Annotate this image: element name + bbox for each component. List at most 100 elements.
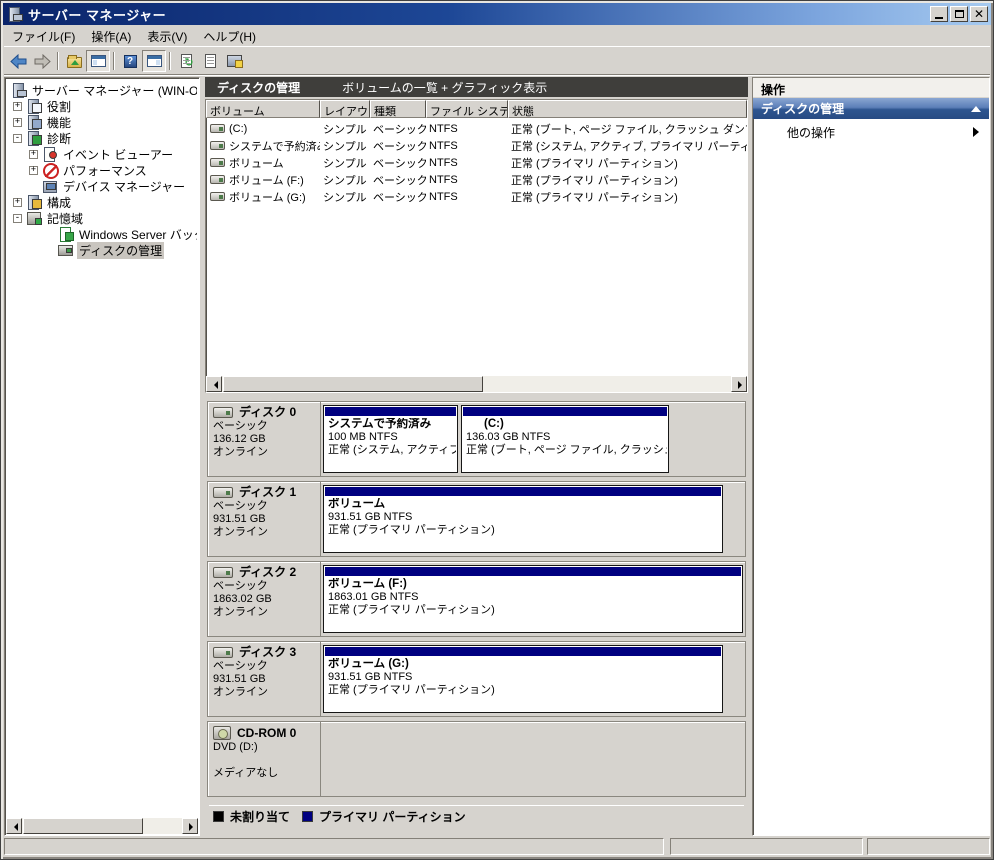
- refresh-icon: ↻: [181, 54, 192, 68]
- up-one-level-button[interactable]: [62, 50, 86, 72]
- expander-icon[interactable]: +: [29, 166, 38, 175]
- new-console-button[interactable]: [222, 50, 246, 72]
- tree-item-device-manager[interactable]: デバイス マネージャー: [7, 178, 197, 194]
- event-viewer-icon: [42, 147, 58, 161]
- expander-icon[interactable]: +: [13, 198, 22, 207]
- primary-partition-bar: [325, 487, 721, 496]
- back-icon: [10, 54, 27, 69]
- menu-view[interactable]: 表示(V): [139, 26, 195, 47]
- expander-icon[interactable]: +: [13, 118, 22, 127]
- menu-action[interactable]: 操作(A): [83, 26, 139, 47]
- volume-row-system-reserved[interactable]: システムで予約済み シンプル ベーシック NTFS 正常 (システム, アクティ…: [206, 137, 747, 154]
- roles-icon: [26, 99, 42, 113]
- column-status[interactable]: 状態: [508, 100, 747, 118]
- minimize-button[interactable]: [930, 6, 948, 22]
- cdrom-area: [321, 722, 745, 796]
- scrollbar-thumb[interactable]: [223, 376, 483, 392]
- back-button[interactable]: [6, 50, 30, 72]
- disk-2-label[interactable]: ディスク 2 ベーシック 1863.02 GB オンライン: [208, 562, 321, 636]
- help-button[interactable]: ?: [118, 50, 142, 72]
- expander-icon[interactable]: -: [13, 134, 22, 143]
- partition-g[interactable]: ボリューム (G:) 931.51 GB NTFS 正常 (プライマリ パーティ…: [323, 645, 723, 713]
- disk-0-label[interactable]: ディスク 0 ベーシック 136.12 GB オンライン: [208, 402, 321, 476]
- minimize-icon: [935, 17, 943, 19]
- column-layout[interactable]: レイアウト: [320, 100, 370, 118]
- console-icon: [227, 55, 242, 67]
- menu-file[interactable]: ファイル(F): [4, 26, 83, 47]
- show-action-pane-button[interactable]: [142, 50, 166, 72]
- titlebar: サーバー マネージャー ✕: [3, 3, 991, 25]
- tree-item-performance[interactable]: + パフォーマンス: [7, 162, 197, 178]
- view-header: ディスクの管理 ボリュームの一覧 + グラフィック表示: [205, 77, 748, 97]
- disk-row-3: ディスク 3 ベーシック 931.51 GB オンライン ボリューム (G:) …: [207, 641, 746, 717]
- tree-horizontal-scrollbar[interactable]: [6, 818, 198, 834]
- expander-icon[interactable]: -: [13, 214, 22, 223]
- volume-rows: (C:) シンプル ベーシック NTFS 正常 (ブート, ページ ファイル, …: [206, 118, 747, 376]
- tree-item-disk-management[interactable]: ディスクの管理: [7, 242, 197, 258]
- toolbar-separator: [57, 52, 59, 70]
- tree-item-configuration[interactable]: + 構成: [7, 194, 197, 210]
- disk-2-partitions: ボリューム (F:) 1863.01 GB NTFS 正常 (プライマリ パーテ…: [321, 562, 745, 636]
- scroll-left-button[interactable]: [6, 818, 22, 834]
- legend-unallocated: 未割り当て: [230, 808, 290, 825]
- more-actions-item[interactable]: 他の操作: [753, 119, 989, 145]
- tree-item-storage[interactable]: - 記憶域: [7, 210, 197, 226]
- menu-help[interactable]: ヘルプ(H): [195, 26, 264, 47]
- volume-icon: [210, 175, 225, 184]
- disk-row-2: ディスク 2 ベーシック 1863.02 GB オンライン ボリューム (F:)…: [207, 561, 746, 637]
- action-section-disk-management[interactable]: ディスクの管理: [753, 98, 989, 119]
- collapse-icon[interactable]: [971, 106, 981, 112]
- toolbar: ? ↻: [4, 48, 990, 75]
- disk-icon: [213, 647, 233, 658]
- disk-icon: [213, 407, 233, 418]
- properties-button[interactable]: [198, 50, 222, 72]
- status-segment: [867, 838, 990, 855]
- partition-f[interactable]: ボリューム (F:) 1863.01 GB NTFS 正常 (プライマリ パーテ…: [323, 565, 743, 633]
- forward-button[interactable]: [30, 50, 54, 72]
- volume-row-c[interactable]: (C:) シンプル ベーシック NTFS 正常 (ブート, ページ ファイル, …: [206, 120, 747, 137]
- show-console-tree-button[interactable]: [86, 50, 110, 72]
- volume-row-g[interactable]: ボリューム (G:) シンプル ベーシック NTFS 正常 (プライマリ パーテ…: [206, 188, 747, 205]
- diagnostics-icon: [26, 131, 42, 145]
- disk-management-icon: [58, 243, 74, 257]
- column-filesystem[interactable]: ファイル システム: [426, 100, 508, 118]
- column-volume[interactable]: ボリューム: [206, 100, 320, 118]
- tree-item-diagnostics[interactable]: - 診断: [7, 130, 197, 146]
- column-type[interactable]: 種類: [370, 100, 426, 118]
- volume-row-f[interactable]: ボリューム (F:) シンプル ベーシック NTFS 正常 (プライマリ パーテ…: [206, 171, 747, 188]
- expander-icon[interactable]: +: [29, 150, 38, 159]
- tree-item-roles[interactable]: + 役割: [7, 98, 197, 114]
- action-pane-icon: [147, 55, 162, 67]
- scroll-right-button[interactable]: [731, 376, 747, 392]
- maximize-button[interactable]: [950, 6, 968, 22]
- device-manager-icon: [42, 179, 58, 193]
- menubar: ファイル(F) 操作(A) 表示(V) ヘルプ(H): [4, 27, 990, 47]
- close-button[interactable]: ✕: [970, 6, 988, 22]
- help-icon: ?: [124, 55, 137, 68]
- refresh-button[interactable]: ↻: [174, 50, 198, 72]
- partition-system-reserved[interactable]: システムで予約済み 100 MB NTFS 正常 (システム, アクティブ, プ…: [323, 405, 458, 473]
- cdrom-icon: [213, 726, 231, 740]
- scroll-right-button[interactable]: [182, 818, 198, 834]
- volume-row-volume[interactable]: ボリューム シンプル ベーシック NTFS 正常 (プライマリ パーティション): [206, 154, 747, 171]
- volume-icon: [210, 158, 225, 167]
- disk-row-0: ディスク 0 ベーシック 136.12 GB オンライン システムで予約済み 1…: [207, 401, 746, 477]
- windows-server-backup-icon: [58, 227, 74, 241]
- disk-3-label[interactable]: ディスク 3 ベーシック 931.51 GB オンライン: [208, 642, 321, 716]
- tree-item-features[interactable]: + 機能: [7, 114, 197, 130]
- disk-1-label[interactable]: ディスク 1 ベーシック 931.51 GB オンライン: [208, 482, 321, 556]
- toolbar-separator: [113, 52, 115, 70]
- volume-list-horizontal-scrollbar[interactable]: [206, 376, 747, 392]
- expander-icon[interactable]: +: [13, 102, 22, 111]
- scrollbar-thumb[interactable]: [23, 818, 143, 834]
- cdrom-label[interactable]: CD-ROM 0 DVD (D:) メディアなし: [208, 722, 321, 796]
- scroll-left-button[interactable]: [206, 376, 222, 392]
- tree-item-windows-server-backup[interactable]: Windows Server バックアップ: [7, 226, 197, 242]
- console-tree-pane: サーバー マネージャー (WIN-OQQII3 + 役割 + 機能 - 診断 +…: [4, 77, 200, 836]
- tree-item-event-viewer[interactable]: + イベント ビューアー: [7, 146, 197, 162]
- partition-volume[interactable]: ボリューム 931.51 GB NTFS 正常 (プライマリ パーティション): [323, 485, 723, 553]
- configuration-icon: [26, 195, 42, 209]
- partition-c[interactable]: (C:) 136.03 GB NTFS 正常 (ブート, ページ ファイル, ク…: [461, 405, 669, 473]
- tree-item-server-manager[interactable]: サーバー マネージャー (WIN-OQQII3: [7, 82, 197, 98]
- primary-partition-bar: [463, 407, 667, 416]
